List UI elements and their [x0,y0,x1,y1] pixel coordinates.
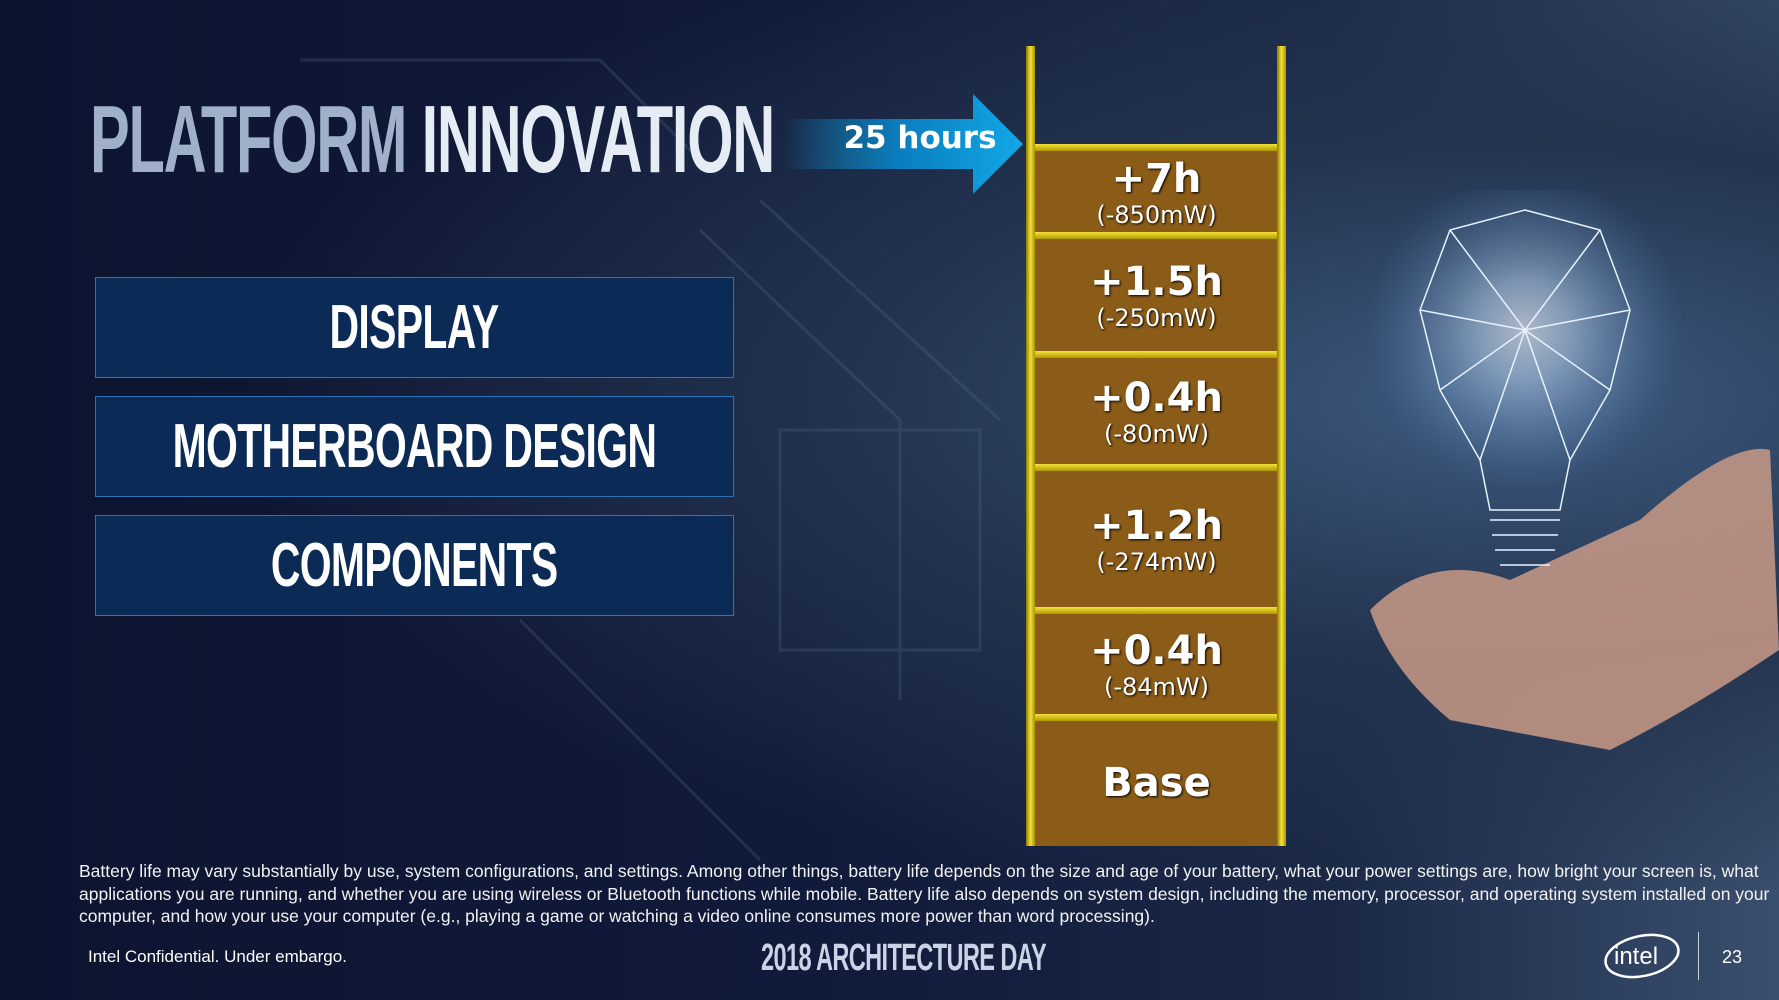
intel-logo: intel [1604,933,1680,979]
rail-right [1277,46,1286,846]
stack-base: Base [1035,720,1278,846]
arrow-label: 25 hours [843,120,997,156]
stack-segment: +1.2h (-274mW) [1035,470,1278,610]
rung [1030,232,1283,239]
rung [1030,714,1283,721]
disclaimer-text: Battery life may vary substantially by u… [79,861,1770,926]
stack-segment: +0.4h (-84mW) [1035,613,1278,717]
stack-segment: +1.5h (-250mW) [1035,238,1278,354]
confidential-notice: Intel Confidential. Under embargo. [88,947,347,966]
category-components: COMPONENTS [95,515,734,616]
rung [1030,464,1283,471]
footer-divider [1698,932,1699,980]
stack-segment: +7h (-850mW) [1035,150,1278,235]
category-motherboard-design: MOTHERBOARD DESIGN [95,396,734,497]
rail-left [1026,46,1035,846]
rung [1030,607,1283,614]
rung [1030,351,1283,358]
category-display: DISPLAY [95,277,734,378]
page-number: 23 [1722,947,1743,967]
event-logo: 2018 ARCHITECTURE DAY [761,937,1047,979]
stack-segment: +0.4h (-80mW) [1035,357,1278,467]
lightbulb-hand-image [1365,190,1779,750]
rung [1030,144,1283,151]
svg-text:intel: intel [1614,943,1658,970]
page-title: PLATFORM INNOVATION [90,86,775,193]
